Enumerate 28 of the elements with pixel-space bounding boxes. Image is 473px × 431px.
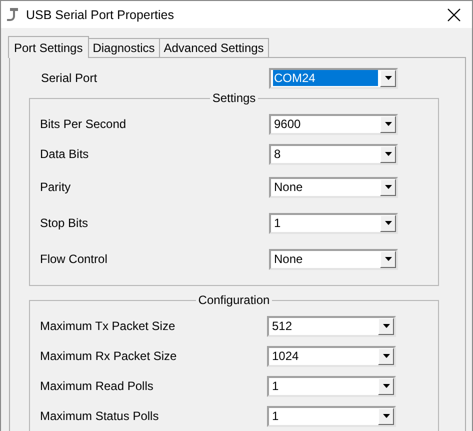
field-label: Maximum Status Polls xyxy=(40,409,160,423)
field-label: Maximum Tx Packet Size xyxy=(40,319,176,333)
dropdown[interactable]: 8 xyxy=(269,144,398,164)
dropdown[interactable]: 512 xyxy=(267,316,396,336)
serial-plug-icon xyxy=(6,6,20,22)
field-label: Parity xyxy=(40,180,72,194)
dropdown[interactable]: 1 xyxy=(269,212,398,234)
group-title: Settings xyxy=(210,91,258,105)
field-label: Data Bits xyxy=(40,147,90,161)
group-title: Configuration xyxy=(196,293,272,307)
field-label: Bits Per Second xyxy=(40,117,128,131)
field-label: Flow Control xyxy=(40,252,108,266)
field-label: Stop Bits xyxy=(40,216,90,230)
dropdown[interactable]: 1024 xyxy=(267,346,396,366)
close-icon[interactable] xyxy=(446,6,462,22)
dropdown[interactable]: 1 xyxy=(267,406,396,426)
serial-port-label: Serial Port xyxy=(41,71,98,85)
dropdown[interactable]: None xyxy=(269,176,398,198)
dropdown[interactable]: 1 xyxy=(267,376,396,396)
tab[interactable]: Port Settings xyxy=(8,36,89,58)
tab[interactable]: Diagnostics xyxy=(88,38,160,57)
field-label: Maximum Read Polls xyxy=(40,379,154,393)
tab[interactable]: Advanced Settings xyxy=(158,38,269,57)
window-title: USB Serial Port Properties xyxy=(26,8,175,22)
dropdown[interactable]: 9600 xyxy=(269,114,398,134)
dropdown[interactable]: None xyxy=(269,248,398,270)
dropdown[interactable]: COM24 xyxy=(269,68,398,88)
field-label: Maximum Rx Packet Size xyxy=(40,349,178,363)
